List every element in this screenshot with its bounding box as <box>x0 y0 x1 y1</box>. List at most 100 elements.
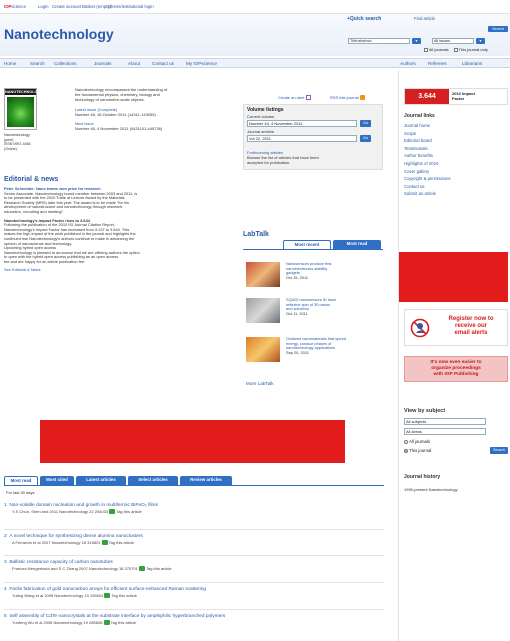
editorial-heading: Editorial & news <box>4 176 59 183</box>
find-article-link[interactable]: Find article <box>414 16 435 21</box>
nav-librarians[interactable]: Librarians <box>462 61 482 66</box>
tag-article-4[interactable]: Tag this article <box>111 593 137 598</box>
latest-issue: Latest issue (Complete) Number 46, 18 Oc… <box>75 107 235 117</box>
see-editorial-link[interactable]: See Editorial & News <box>4 267 236 273</box>
all-journals-checkbox[interactable] <box>424 47 428 52</box>
article-2-title[interactable]: A novel technique for synthesizing dense… <box>9 534 143 539</box>
labtalk-tab-most-recent[interactable]: Most recent <box>283 240 331 249</box>
sidebar-link-highlights[interactable]: Highlights of 2010 <box>404 160 508 168</box>
issues-select-go[interactable]: ▾ <box>476 38 485 44</box>
journal-description: Nanotechnology encompasses the understan… <box>75 87 168 102</box>
proceedings-promo[interactable]: It's now even easier to organize proceed… <box>404 356 508 382</box>
labtalk-thumb-3[interactable] <box>246 337 280 362</box>
nav-referees[interactable]: Referees <box>428 61 447 66</box>
journal-archive-select[interactable]: Vol 22, 2011 <box>247 135 357 142</box>
article-4-title[interactable]: Facile fabrication of gold nanocarbon ar… <box>9 587 206 592</box>
advertisement-banner[interactable] <box>40 420 345 463</box>
search-scope: All journals This journal only <box>424 47 488 52</box>
sidebar-link-testimonials[interactable]: Testimonials <box>404 145 508 153</box>
subject-scope-this[interactable]: This journal <box>404 448 431 453</box>
article-item-2: 2 A novel technique for synthesizing den… <box>4 530 384 556</box>
article-item-1: 1 Non-volatile domain nucleation and gro… <box>4 503 384 530</box>
sidebar-link-author-benefits[interactable]: Author benefits <box>404 152 508 160</box>
articles-period: For last 30 days <box>6 490 35 495</box>
article-item-5: 5 Self assembly of CdTe nanocrystals at … <box>4 614 226 626</box>
tag-article-2[interactable]: Tag this article <box>109 540 135 545</box>
sidebar-link-scope[interactable]: Scope <box>404 130 508 138</box>
labtalk-item-3-date: Sep 20, 2011 <box>286 349 309 355</box>
this-journal-label: This journal only <box>458 47 488 52</box>
tag-icon <box>103 620 110 626</box>
sidebar-link-copyright[interactable]: Copyright & permissions <box>404 175 508 183</box>
tabs-underline <box>4 485 384 486</box>
subject-scope-all[interactable]: All journals <box>404 439 430 444</box>
this-journal-radio[interactable] <box>404 448 408 453</box>
journal-links-heading: Journal links <box>404 113 435 119</box>
tag-icon <box>139 566 145 572</box>
tab-latest-articles[interactable]: Latest articles <box>76 476 126 485</box>
sidebar-link-editorial-board[interactable]: Editorial board <box>404 137 508 145</box>
nav-journals[interactable]: Journals <box>94 61 111 66</box>
nav-contact[interactable]: Contact us <box>152 61 174 66</box>
nav-collections[interactable]: Collections <box>54 61 76 66</box>
search-input-go[interactable]: ▾ <box>412 38 421 44</box>
create-alert[interactable]: Create an alert <box>278 95 311 101</box>
search-input[interactable]: Title/abstract <box>348 38 410 44</box>
search-button[interactable]: Search <box>488 26 508 32</box>
sidebar-link-submit-article[interactable]: Submit an article <box>404 190 508 198</box>
subject-search-button[interactable]: Search <box>490 447 508 454</box>
this-journal-checkbox[interactable] <box>453 47 458 52</box>
subject-select[interactable]: All subjects <box>404 418 486 425</box>
sidebar-link-cover-gallery[interactable]: Cover gallery <box>404 168 508 176</box>
labtalk-heading: LabTalk <box>243 231 269 238</box>
sidebar-advertisement[interactable] <box>399 252 508 302</box>
labtalk-thumb-1[interactable] <box>246 262 280 287</box>
sidebar-link-contact[interactable]: Contact us <box>404 183 508 191</box>
journal-history-text: 1990-present Nanotechnology <box>404 487 458 492</box>
tab-most-cited[interactable]: Most cited <box>40 476 74 485</box>
tag-article-3[interactable]: Tag this article <box>146 566 172 571</box>
volume-listings-heading: Volume listings <box>247 107 284 113</box>
nav-search[interactable]: Search <box>30 61 45 66</box>
article-1-title[interactable]: Non-volatile domain nucleation and growt… <box>9 503 158 508</box>
journal-archive-label: Journal archive <box>247 129 275 134</box>
labtalk-item-1-date: Oct 15, 2011 <box>286 274 308 280</box>
current-volume-go[interactable]: Go <box>360 120 371 127</box>
iop-logo[interactable]: IOPscience <box>4 4 26 9</box>
tab-most-read[interactable]: Most read <box>4 476 38 485</box>
login-link[interactable]: Login <box>38 4 49 9</box>
current-volume-select[interactable]: Number 44, 4 November 2011 <box>247 120 357 127</box>
athens-login-link[interactable]: Athens/Institutional login <box>107 4 154 9</box>
journal-links-list: Journal home Scope Editorial board Testi… <box>404 122 508 198</box>
labtalk-thumb-2[interactable] <box>246 298 280 323</box>
all-journals-radio[interactable] <box>404 439 408 444</box>
nav-my-iopscience[interactable]: My IOPscience <box>186 61 217 66</box>
nav-home[interactable]: Home <box>4 61 16 66</box>
impact-factor-value: 3.644 <box>405 89 449 104</box>
next-issue: Next issue Number 46, 4 November 2011 (0… <box>75 121 235 131</box>
journal-archive-go[interactable]: Go <box>360 135 371 142</box>
sidebar-link-journal-home[interactable]: Journal home <box>404 122 508 130</box>
nav-about[interactable]: About <box>128 61 140 66</box>
article-3-title[interactable]: Ballistic resistance capacity of carbon … <box>9 560 112 565</box>
tab-review-articles[interactable]: Review articles <box>180 476 232 485</box>
article-item-3: 3 Ballistic resistance capacity of carbo… <box>4 556 384 583</box>
labtalk-item-1: Nanosensors produce first nanoelectronic… <box>286 261 381 280</box>
quick-search-label[interactable]: +Quick search <box>347 16 381 22</box>
tab-select-articles[interactable]: Select articles <box>128 476 178 485</box>
rss-icon <box>359 95 365 101</box>
issues-select[interactable]: All issues <box>432 38 474 44</box>
nav-authors[interactable]: Authors <box>400 61 416 66</box>
more-labtalk-link[interactable]: More LabTalk <box>246 381 274 386</box>
labtalk-item-2-date: Oct 11, 2011 <box>286 310 308 316</box>
create-account-link[interactable]: Create account <box>52 4 81 9</box>
labtalk-tab-most-read[interactable]: Most read <box>333 240 381 249</box>
article-5-title[interactable]: Self assembly of CdTe nanocrystals at th… <box>9 614 225 619</box>
tag-article-5[interactable]: Tag this article <box>111 620 137 625</box>
area-select[interactable]: All Areas <box>404 428 486 435</box>
journal-title[interactable]: Nanotechnology <box>4 26 114 42</box>
journal-cover[interactable]: NANOTECHNOLOGY <box>4 88 43 130</box>
rss-link[interactable]: RSS this journal <box>330 95 365 101</box>
all-journals-label: All journals <box>428 47 449 52</box>
tag-article-1[interactable]: Tag this article <box>116 509 142 514</box>
